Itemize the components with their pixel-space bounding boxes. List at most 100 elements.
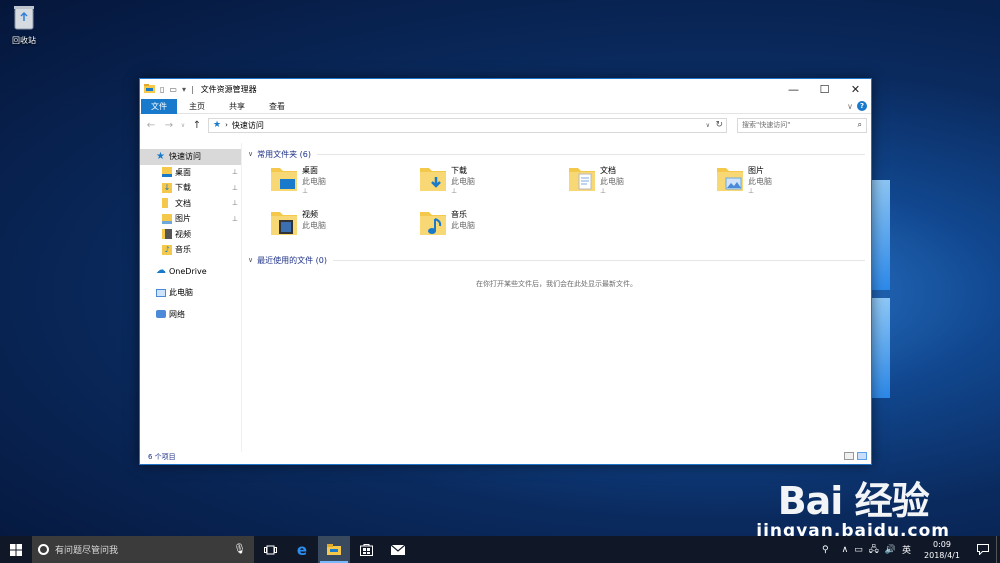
title-bar[interactable]: ▯ ▭ ▾ | 文件资源管理器 — ☐ ✕ [140,79,871,99]
videos-folder-icon [271,212,297,235]
taskbar: 有问题尽管问我 🎙 e ⚲ ∧ ▭ 🖧 🔊 英 0:09 2018/4/1 [0,536,1000,563]
separator: | [190,84,194,94]
tab-home[interactable]: 主页 [177,99,217,114]
nav-item-desktop[interactable]: 桌面 ⊥ [140,165,241,181]
search-placeholder: 搜索"快速访问" [742,121,791,129]
ribbon-right-controls: ∨ ? [847,101,867,111]
nav-item-this-pc[interactable]: 此电脑 [140,285,241,301]
folder-app-icon [144,83,155,95]
wallpaper-light-panel-bottom [872,298,890,398]
folder-tile-videos[interactable]: 视频 此电脑 [270,207,410,245]
cortana-placeholder: 有问题尽管问我 [55,546,119,556]
music-folder-icon: ♪ [162,244,172,255]
mail-icon [391,544,405,555]
cortana-search-box[interactable]: 有问题尽管问我 🎙 [32,536,254,563]
nav-item-music[interactable]: ♪ 音乐 [140,242,241,258]
search-icon[interactable]: ⌕ [858,120,862,130]
nav-item-quick-access[interactable]: ★ 快速访问 [140,149,241,165]
nav-label: 文档 [175,198,191,208]
baidu-jingyan-watermark: Bai 经验 jingyan.baidu.com [756,470,950,541]
microphone-icon[interactable]: 🎙 [233,544,246,555]
store-taskbar-button[interactable] [350,536,382,563]
recycle-bin-icon [14,6,34,30]
input-method-indicator[interactable]: 英 [902,543,911,556]
tab-view[interactable]: 查看 [257,99,297,114]
action-center-card-icon[interactable]: ▭ [854,545,863,555]
properties-icon[interactable]: ▯ [160,85,164,94]
people-icon[interactable]: ⚲ [822,545,829,555]
folder-tile-documents[interactable]: 文档 此电脑 ⊥ [568,163,708,201]
pin-icon[interactable]: ⊥ [232,184,238,192]
pin-icon[interactable]: ⊥ [232,168,238,176]
pictures-folder-icon [717,168,743,191]
show-hidden-icons-chevron-icon[interactable]: ∧ [842,545,849,555]
folder-tile-downloads[interactable]: 下载 此电脑 ⊥ [419,163,559,201]
recent-locations-icon[interactable]: ∨ [180,122,186,129]
address-dropdown-icon[interactable]: ∨ [706,122,710,129]
edge-taskbar-button[interactable]: e [286,536,318,563]
search-input[interactable]: 搜索"快速访问" ⌕ [737,117,867,133]
edge-icon: e [296,540,308,559]
forward-arrow-icon[interactable]: → [162,120,176,131]
nav-item-pictures[interactable]: 图片 ⊥ [140,211,241,227]
start-button[interactable] [0,536,32,563]
expand-ribbon-icon[interactable]: ∨ [847,102,853,111]
folder-name: 音乐 [451,210,467,219]
recent-files-header[interactable]: ∨ 最近使用的文件 (0) [248,253,865,267]
explorer-taskbar-button[interactable] [318,536,350,563]
download-folder-icon [420,168,446,191]
store-bag-icon [359,544,373,556]
folder-tile-desktop[interactable]: 桌面 此电脑 ⊥ [270,163,410,201]
pin-icon: ⊥ [600,187,607,195]
recycle-bin-shortcut[interactable]: 回收站 [4,4,44,46]
windows-logo-icon [10,543,22,556]
tab-file[interactable]: 文件 [141,98,177,114]
folder-tile-music[interactable]: 音乐 此电脑 [419,207,559,245]
window-title: 文件资源管理器 [200,84,257,94]
notification-icon [977,544,989,555]
main-pane: ∨ 常用文件夹 (6) 桌面 此电脑 ⊥ 下载 此电脑 ⊥ 文档 此电脑 ⊥ 图… [242,143,871,452]
network-tray-icon[interactable]: 🖧 [869,542,879,558]
pin-icon[interactable]: ⊥ [232,199,238,207]
nav-label: 此电脑 [169,288,193,298]
pin-icon[interactable]: ⊥ [232,215,238,223]
details-view-icon[interactable] [844,452,854,460]
new-folder-icon[interactable]: ▭ [169,85,177,94]
volume-icon[interactable]: 🔊 [885,545,896,555]
nav-item-videos[interactable]: 视频 [140,227,241,243]
help-icon[interactable]: ? [857,101,867,111]
minimize-button[interactable]: — [778,79,809,99]
maximize-button[interactable]: ☐ [809,79,840,99]
nav-item-network[interactable]: 网络 [140,307,241,323]
folder-tile-pictures[interactable]: 图片 此电脑 ⊥ [716,163,856,201]
folder-location: 此电脑 [302,177,326,186]
up-arrow-icon[interactable]: ↑ [190,120,204,131]
star-icon: ★ [156,150,165,162]
show-desktop-button[interactable] [996,536,1000,563]
nav-item-onedrive[interactable]: ☁ OneDrive [140,264,241,280]
nav-item-downloads[interactable]: ↓ 下载 ⊥ [140,180,241,196]
tab-share[interactable]: 共享 [217,99,257,114]
recycle-bin-label: 回收站 [12,36,36,45]
customize-toolbar-icon[interactable]: ▾ [182,85,186,94]
explorer-content: ★ 快速访问 桌面 ⊥ ↓ 下载 ⊥ 文档 ⊥ 图片 ⊥ 视频 ♪ 音乐 ☁ O… [140,143,871,452]
cortana-icon [38,544,49,555]
refresh-icon[interactable]: ↻ [715,120,723,130]
clock[interactable]: 0:09 2018/4/1 [918,539,966,561]
nav-item-documents[interactable]: 文档 ⊥ [140,196,241,212]
address-bar[interactable]: ★ › 快速访问 ∨ ↻ [208,117,727,133]
large-icons-view-icon[interactable] [857,452,867,460]
pin-icon: ⊥ [451,187,458,195]
back-arrow-icon[interactable]: ← [144,120,158,131]
chevron-down-icon[interactable]: ∨ [248,256,253,264]
mail-taskbar-button[interactable] [382,536,414,563]
notifications-button[interactable] [970,536,996,563]
frequent-folders-header[interactable]: ∨ 常用文件夹 (6) [248,147,865,161]
close-button[interactable]: ✕ [840,79,871,99]
chevron-down-icon[interactable]: ∨ [248,150,253,158]
breadcrumb-path[interactable]: 快速访问 [232,120,264,131]
quick-access-star-icon: ★ [213,120,222,130]
recent-empty-message: 在你打开某些文件后，我们会在此处显示最新文件。 [476,280,637,288]
task-view-button[interactable] [254,536,286,563]
folder-name: 桌面 [302,166,318,175]
